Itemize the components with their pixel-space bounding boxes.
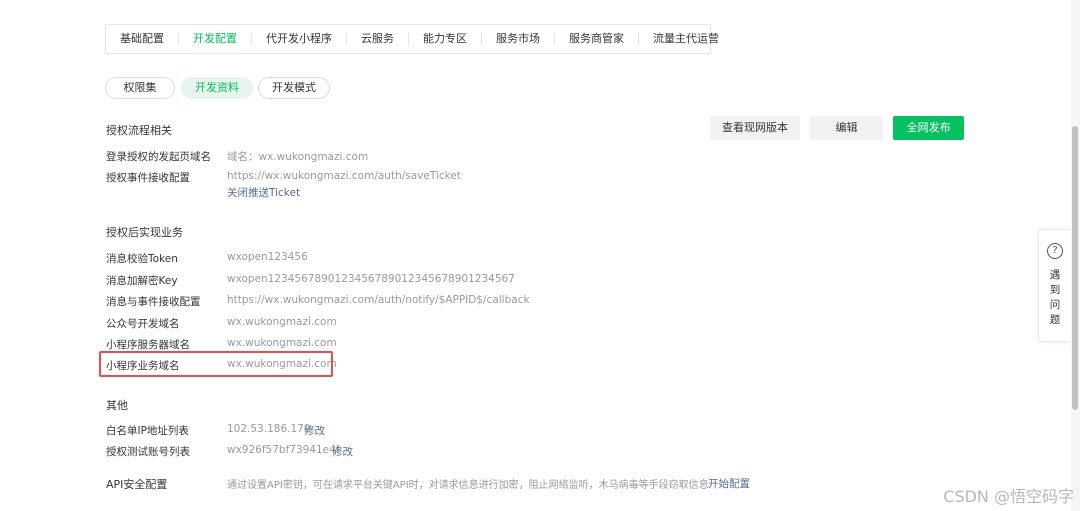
label-test-accounts: 授权测试账号列表 xyxy=(106,446,190,458)
edit-button[interactable]: 编辑 xyxy=(810,116,883,140)
value-encrypt-key: wxopen1234567890123456789012345678901234… xyxy=(227,273,515,285)
value-auth-event: https://wx.wukongmazi.com/auth/saveTicke… xyxy=(227,170,461,182)
publish-button[interactable]: 全网发布 xyxy=(893,116,964,140)
value-test-accounts: wx926f57bf73941e4f xyxy=(227,444,340,456)
tab-traffic-operation[interactable]: 流量主代运营 xyxy=(639,32,733,46)
subtab-dev-mode[interactable]: 开发模式 xyxy=(258,77,330,99)
value-api-security: 通过设置API密钥，可在请求平台关键API时，对请求信息进行加密，阻止网络监听，… xyxy=(227,480,709,491)
subtab-dev-info[interactable]: 开发资料 xyxy=(181,77,253,99)
label-api-security: API安全配置 xyxy=(106,478,168,491)
label-encrypt-key: 消息加解密Key xyxy=(106,275,178,287)
top-nav-tabs: 基础配置 开发配置 代开发小程序 云服务 能力专区 服务市场 服务商管家 流量主… xyxy=(105,24,719,54)
label-auth-event: 授权事件接收配置 xyxy=(106,172,190,184)
tab-cloud-service[interactable]: 云服务 xyxy=(347,32,409,46)
section-title-post-auth: 授权后实现业务 xyxy=(106,226,183,239)
label-mp-dev-domain: 公众号开发域名 xyxy=(106,318,180,330)
value-ip-whitelist: 102.53.186.179 xyxy=(227,423,311,435)
highlight-annotation-box xyxy=(99,351,333,377)
section-title-auth-flow: 授权流程相关 xyxy=(106,124,172,137)
tab-service-market[interactable]: 服务市场 xyxy=(482,32,555,46)
value-login-domain: 域名：wx.wukongmazi.com xyxy=(227,151,369,163)
label-miniprogram-server-domain: 小程序服务器域名 xyxy=(106,339,190,351)
tab-capability-zone[interactable]: 能力专区 xyxy=(409,32,482,46)
edit-test-accounts-link[interactable]: 修改 xyxy=(332,444,353,459)
tab-proxy-miniprogram[interactable]: 代开发小程序 xyxy=(252,32,347,46)
value-miniprogram-server-domain: wx.wukongmazi.com xyxy=(227,337,337,349)
watermark-text: CSDN @悟空码字 xyxy=(943,487,1074,506)
tab-dev-config[interactable]: 开发配置 xyxy=(179,32,252,46)
tab-provider-manager[interactable]: 服务商管家 xyxy=(555,32,639,46)
help-text: 遇到问题 xyxy=(1049,269,1061,326)
scrollbar-thumb[interactable] xyxy=(1072,126,1078,410)
subtab-permission-set[interactable]: 权限集 xyxy=(105,77,175,99)
close-ticket-push-link[interactable]: 关闭推送Ticket xyxy=(227,185,300,200)
view-online-version-button[interactable]: 查看现网版本 xyxy=(710,116,800,140)
label-message-callback: 消息与事件接收配置 xyxy=(106,296,201,308)
section-title-other: 其他 xyxy=(106,399,128,412)
value-mp-dev-domain: wx.wukongmazi.com xyxy=(227,316,337,328)
help-float-panel[interactable]: ? 遇到问题 xyxy=(1038,229,1072,342)
label-ip-whitelist: 白名单IP地址列表 xyxy=(106,425,189,437)
start-config-link[interactable]: 开始配置 xyxy=(708,476,750,491)
label-token: 消息校验Token xyxy=(106,253,178,265)
tab-basic-config[interactable]: 基础配置 xyxy=(106,32,179,46)
value-message-callback: https://wx.wukongmazi.com/auth/notify/$A… xyxy=(227,294,530,306)
label-login-domain: 登录授权的发起页域名 xyxy=(106,151,211,163)
question-circle-icon: ? xyxy=(1047,243,1063,259)
value-token: wxopen123456 xyxy=(227,251,308,263)
edit-ip-whitelist-link[interactable]: 修改 xyxy=(304,423,325,438)
